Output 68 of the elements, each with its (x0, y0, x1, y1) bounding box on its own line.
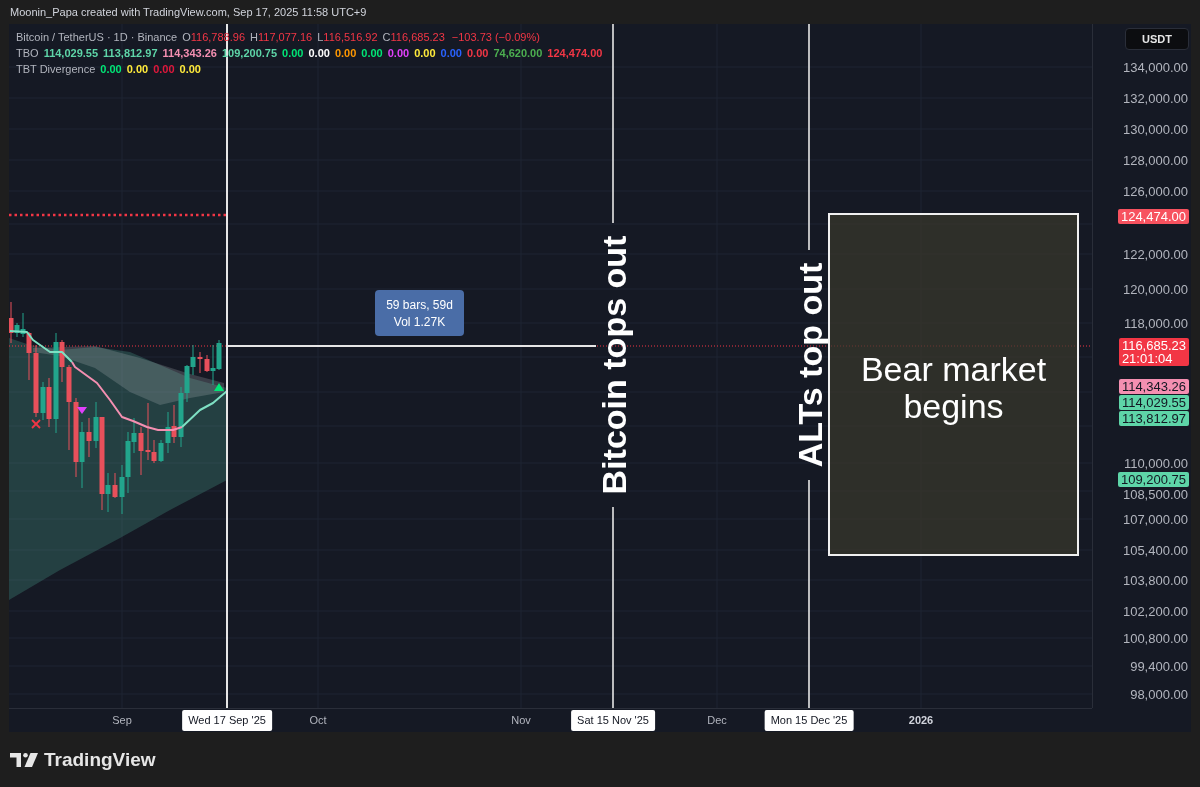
price-badge-value: 116,685.23 (1121, 339, 1186, 352)
indicator-value: 0.00 (387, 46, 410, 61)
brand-name-text: TradingView (44, 748, 156, 771)
bar-count-text: 59 bars, 59d (386, 297, 453, 312)
indicator-value: 124,474.00 (547, 46, 603, 61)
price-badge: 124,474.00 (1117, 209, 1189, 224)
time-label: Oct (309, 714, 327, 727)
ohlc-value: H117,077.16 (250, 30, 313, 45)
volume-text: Vol 1.27K (393, 314, 446, 329)
indicator-value: 0.00 (308, 46, 330, 61)
price-label: 103,800.00 (1122, 572, 1188, 588)
price-label: 126,000.00 (1122, 183, 1188, 199)
price-label: 120,000.00 (1122, 281, 1188, 297)
price-label: 99,400.00 (1130, 658, 1188, 674)
price-label: 110,000.00 (1123, 455, 1188, 471)
indicator-value: 0.00 (361, 46, 383, 61)
price-label: 132,000.00 (1122, 90, 1188, 106)
price-badge: 114,029.55 (1118, 394, 1189, 410)
cross-marker-icon (31, 419, 41, 429)
time-label: Nov (511, 714, 531, 727)
logo-icon (10, 752, 38, 767)
price-label: 102,200.00 (1122, 603, 1188, 619)
indicator-value: 0.00 (126, 62, 149, 77)
price-label: 108,500.00 (1122, 486, 1188, 502)
vertical-line-label: ALTs top out (792, 262, 830, 468)
chart-credit-text: Moonin_Papa created with TradingView.com, Sep 17, 2025 11:58 UTC+9 (9, 5, 368, 20)
ohlc-value: L116,516.92 (317, 30, 378, 45)
indicator-value: 0.00 (440, 46, 462, 61)
indicator-value: 0.00 (282, 46, 304, 61)
indicator-value: 0.00 (153, 62, 175, 77)
vertical-line-label: Bitcoin tops out (596, 235, 634, 495)
indicator-name[interactable]: TBT Divergence (16, 61, 96, 77)
indicator-value: 114,029.55 (43, 46, 99, 61)
price-label: 122,000.00 (1122, 246, 1188, 262)
date-marker: Wed 17 Sep '25 (182, 710, 272, 731)
triangle-up-marker-icon (214, 383, 224, 391)
price-label: 128,000.00 (1122, 152, 1188, 168)
currency-button[interactable]: USDT (1125, 28, 1189, 50)
indicator-value: 0.00 (467, 46, 489, 61)
price-badge: 109,200.75 (1117, 471, 1189, 487)
annotation-text: Bear market begins (859, 350, 1048, 425)
date-marker: Mon 15 Dec '25 (764, 710, 854, 731)
indicator-value: 114,343.26 (162, 46, 217, 61)
indicator-value: 0.00 (100, 62, 122, 77)
indicator-value: 0.00 (334, 46, 357, 61)
indicator-value: 0.00 (179, 62, 201, 77)
price-badge: 113,812.97 (1118, 410, 1189, 426)
price-label: 118,000.00 (1123, 315, 1188, 331)
price-label: 105,400.00 (1122, 542, 1188, 558)
price-label: 134,000.00 (1122, 59, 1188, 75)
symbol-title[interactable]: Bitcoin / TetherUS · 1D · Binance (16, 29, 178, 45)
ohlc-value: C116,685.23 (382, 30, 445, 45)
countdown-text: 21:01:04 (1121, 352, 1173, 365)
price-label: 107,000.00 (1122, 511, 1188, 527)
price-label: 98,000.00 (1130, 686, 1188, 702)
price-change-text: −103.73 (−0.09%) (451, 30, 540, 45)
indicator-value: 113,812.97 (103, 46, 158, 61)
indicator-value: 74,620.00 (493, 46, 543, 61)
triangle-down-marker-icon (77, 407, 87, 414)
time-label: Dec (707, 714, 727, 727)
indicator-name[interactable]: TBO (16, 45, 39, 61)
price-label: 100,800.00 (1122, 630, 1188, 646)
indicator-value: 0.00 (414, 46, 436, 61)
date-marker: Sat 15 Nov '25 (571, 710, 655, 731)
time-label: Sep (112, 714, 132, 727)
time-label: 2026 (908, 714, 934, 727)
price-label: 130,000.00 (1122, 121, 1188, 137)
price-badge: 114,343.26 (1118, 379, 1189, 394)
